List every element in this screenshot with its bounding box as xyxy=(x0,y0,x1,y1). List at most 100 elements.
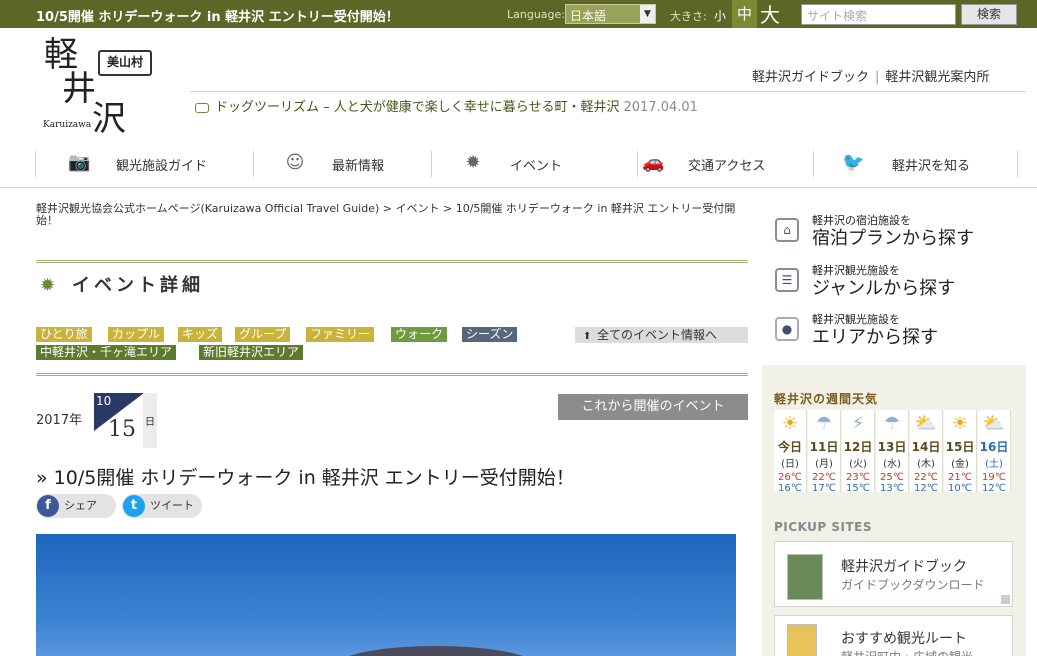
weather-weekday: (水) xyxy=(883,459,901,470)
pickup-route-card[interactable]: おすすめ観光ルート 軽井沢町内・広域の観光 xyxy=(774,615,1013,656)
weather-day-label: 12日 xyxy=(843,440,873,454)
search-by-lodging-plan-link[interactable]: ⌂ 軽井沢の宿泊施設を 宿泊プランから探す xyxy=(775,212,1025,252)
pickup-card-title: 軽井沢ガイドブック xyxy=(841,559,967,575)
news-ticker[interactable]: ドッグツーリズム – 人と犬が健康で楽しく幸せに暮らせる町・軽井沢 2017.04… xyxy=(195,96,698,115)
pickup-guidebook-card[interactable]: 軽井沢ガイドブック ガイドブックダウンロード xyxy=(774,541,1013,607)
weather-low: 16℃ xyxy=(778,483,802,494)
section-title-text: イベント詳細 xyxy=(72,275,204,296)
side-search-title: エリアから探す xyxy=(812,327,938,348)
ticker-text: ドッグツーリズム – 人と犬が健康で楽しく幸せに暮らせる町・軽井沢 xyxy=(215,100,620,115)
weather-day: ⛅ 16日 (土) 19℃ 12℃ xyxy=(978,410,1011,494)
nav-item-events[interactable]: ✹ イベント xyxy=(431,151,637,177)
weather-weekday: (木) xyxy=(917,459,935,470)
cloud-rain-icon: ☂ xyxy=(883,413,901,434)
weather-low: 15℃ xyxy=(846,483,870,494)
mountain-silhouette xyxy=(336,646,536,656)
guidebook-thumbnail xyxy=(787,554,823,600)
sun-icon: ☀ xyxy=(781,413,799,434)
corner-arrow-icon xyxy=(1001,595,1010,604)
cloud-rain-icon: ☂ xyxy=(815,413,833,434)
site-search-input[interactable]: サイト検索 xyxy=(801,4,956,25)
language-value: 日本語 xyxy=(570,9,607,23)
tag-old-new-karuizawa-area[interactable]: 新旧軽井沢エリア xyxy=(199,345,304,360)
tag-family[interactable]: ファミリー xyxy=(306,327,375,342)
section-rule xyxy=(36,260,748,263)
weather-day: ☂ 13日 (水) 25℃ 13℃ xyxy=(876,410,909,494)
search-by-genre-link[interactable]: ☰ 軽井沢観光施設を ジャンルから探す xyxy=(775,262,1025,302)
tag-group[interactable]: グループ xyxy=(235,327,291,342)
nav-divider xyxy=(1017,151,1018,177)
weather-low: 12℃ xyxy=(982,483,1006,494)
search-by-area-link[interactable]: ● 軽井沢観光施設を エリアから探す xyxy=(775,311,1025,351)
weather-weekday: (土) xyxy=(985,459,1003,470)
logo-kanji: 井 xyxy=(62,69,96,109)
weather-high: 21℃ xyxy=(948,472,972,483)
twitter-tweet-button[interactable]: t ツイート xyxy=(122,494,202,518)
event-date-year: 2017年 xyxy=(36,413,83,428)
weather-day: ⛅ 14日 (木) 22℃ 12℃ xyxy=(910,410,943,494)
pickup-sites-title: PICKUP SITES xyxy=(774,520,873,534)
nav-label: 交通アクセス xyxy=(688,159,766,174)
font-size-large-button[interactable]: 大 xyxy=(760,0,780,28)
sidebar-panel xyxy=(762,365,1026,656)
twitter-tweet-label: ツイート xyxy=(150,499,194,512)
font-size-small-button[interactable]: 小 xyxy=(714,7,726,24)
side-search-title: 宿泊プランから探す xyxy=(812,228,974,249)
weather-weekday: (月) xyxy=(815,459,833,470)
tag-kids[interactable]: キッズ xyxy=(178,327,223,342)
weather-weekday: (日) xyxy=(781,459,799,470)
top-headline-link[interactable]: 10/5開催 ホリデーウォーク in 軽井沢 エントリー受付開始！ xyxy=(36,6,399,25)
top-bar: 10/5開催 ホリデーウォーク in 軽井沢 エントリー受付開始！ Langua… xyxy=(0,0,1037,28)
weather-day-label: 16日 xyxy=(979,440,1009,454)
font-size-medium-button[interactable]: 中 xyxy=(732,0,757,28)
tag-solo[interactable]: ひとり旅 xyxy=(36,327,92,342)
facebook-share-button[interactable]: f シェア xyxy=(36,494,116,518)
tag-couple[interactable]: カップル xyxy=(108,327,165,342)
nav-label: イベント xyxy=(510,159,563,174)
nav-label: 観光施設ガイド xyxy=(116,159,208,174)
all-events-link[interactable]: ⬆ 全てのイベント情報へ xyxy=(575,327,748,343)
weather-weekday: (金) xyxy=(951,459,969,470)
breadcrumb[interactable]: 軽井沢観光協会公式ホームページ(Karuizawa Official Trave… xyxy=(36,203,748,227)
language-select[interactable]: 日本語 ▼ xyxy=(565,4,656,24)
route-mascot-icon xyxy=(787,624,817,656)
weather-day-label: 13日 xyxy=(877,440,907,454)
nav-bottom-rule xyxy=(0,187,1037,188)
weather-weekday: (火) xyxy=(849,459,867,470)
weather-high: 26℃ xyxy=(778,472,802,483)
nav-item-latest-news[interactable]: ☺ 最新情報 xyxy=(253,151,431,177)
event-date-day-suffix: 日 xyxy=(145,417,155,428)
nav-item-sightseeing-guide[interactable]: 📷 観光施設ガイド xyxy=(35,151,253,177)
lodging-icon: ⌂ xyxy=(775,218,799,242)
weather-day: ☀ 15日 (金) 21℃ 10℃ xyxy=(944,410,977,494)
section-rule xyxy=(36,373,748,376)
weather-day-label: 今日 xyxy=(777,440,802,454)
tag-season[interactable]: シーズン xyxy=(462,327,518,342)
main-nav: 📷 観光施設ガイド ☺ 最新情報 ✹ イベント 🚗 交通アクセス 🐦 軽井沢を知… xyxy=(35,151,1020,177)
nav-label: 軽井沢を知る xyxy=(892,159,971,174)
nav-label: 最新情報 xyxy=(332,159,385,174)
nav-item-about[interactable]: 🐦 軽井沢を知る xyxy=(813,151,1017,177)
upcoming-events-button[interactable]: これから開催のイベント xyxy=(558,394,748,420)
nav-item-access[interactable]: 🚗 交通アクセス xyxy=(637,151,813,177)
weather-high: 22℃ xyxy=(914,472,938,483)
pickup-card-subtitle: 軽井沢町内・広域の観光 xyxy=(841,648,973,656)
guidebook-link[interactable]: 軽井沢ガイドブック xyxy=(752,70,869,85)
event-icon: ✹ xyxy=(465,152,481,173)
weather-day-label: 15日 xyxy=(945,440,975,454)
language-label: Language: xyxy=(507,8,565,21)
site-logo[interactable]: 軽 井 沢 Karuizawa 美山村 xyxy=(40,38,160,138)
ticker-date: 2017.04.01 xyxy=(623,100,698,115)
pickup-card-subtitle: ガイドブックダウンロード xyxy=(841,578,985,592)
font-size-label: 大きさ: xyxy=(670,10,707,23)
sun-icon: ☀ xyxy=(951,413,969,434)
weather-day: ☂ 11日 (月) 22℃ 17℃ xyxy=(808,410,841,494)
site-search-button[interactable]: 検索 xyxy=(961,4,1017,25)
side-search-title: ジャンルから探す xyxy=(812,278,956,299)
speech-bubble-icon xyxy=(195,102,209,113)
weather-high: 23℃ xyxy=(846,472,870,483)
tourist-info-link[interactable]: 軽井沢観光案内所 xyxy=(885,70,989,85)
event-icon: ✹ xyxy=(40,275,56,296)
tag-naka-karuizawa-area[interactable]: 中軽井沢・千ヶ滝エリア xyxy=(36,345,177,360)
tag-walk[interactable]: ウォーク xyxy=(391,327,448,342)
